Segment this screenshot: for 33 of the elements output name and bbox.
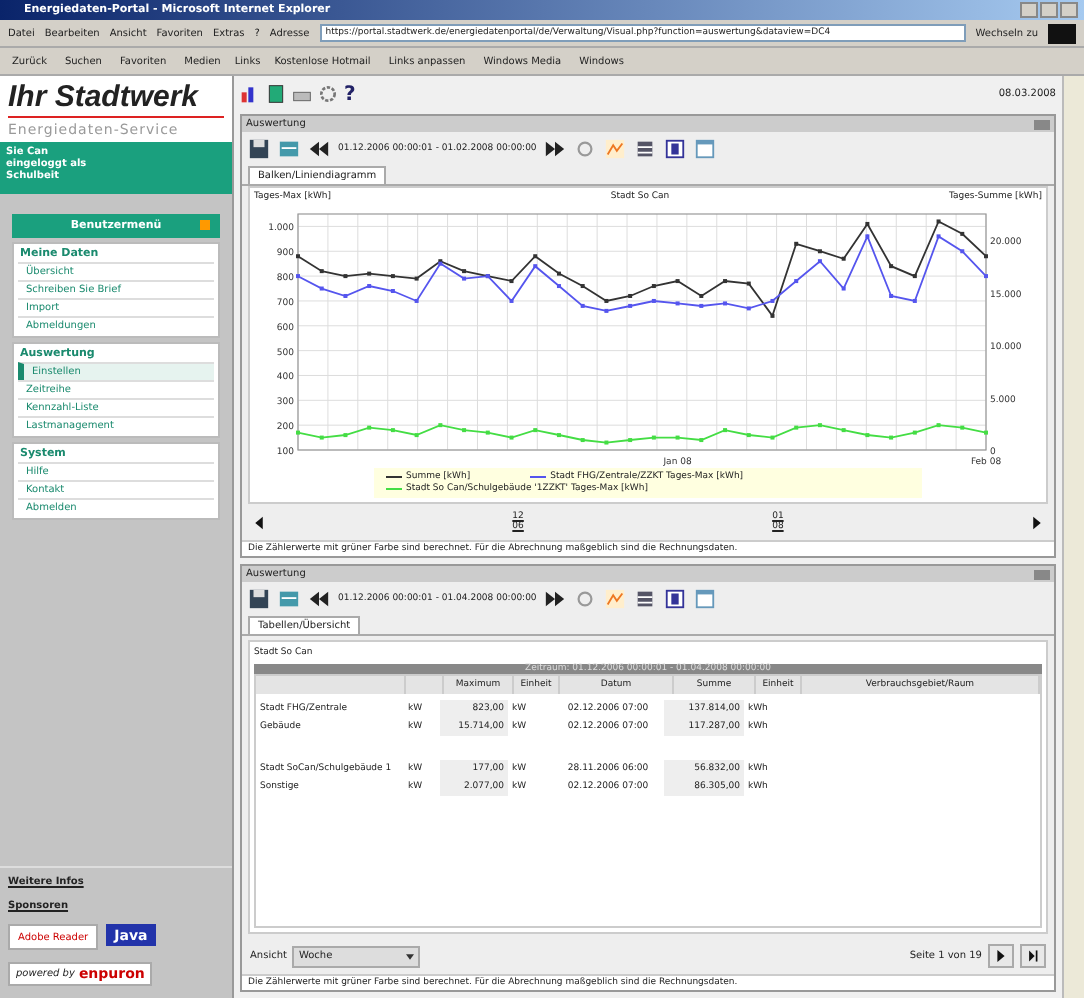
line-chart-icon[interactable] <box>604 588 627 610</box>
minimize-button[interactable] <box>1020 2 1038 18</box>
left-arrow-icon[interactable] <box>254 515 264 529</box>
help-button[interactable]: ? <box>344 83 356 105</box>
scrollbar[interactable] <box>1062 76 1084 998</box>
last-page-button[interactable] <box>1020 944 1046 968</box>
list-icon[interactable] <box>278 588 300 610</box>
close-icon[interactable] <box>1034 119 1050 129</box>
table-icon[interactable] <box>634 588 657 610</box>
table-icon[interactable] <box>634 138 657 160</box>
document-icon[interactable] <box>266 84 286 104</box>
line-chart-icon[interactable] <box>604 138 627 160</box>
skip-end-icon <box>1028 950 1038 962</box>
close-button[interactable] <box>1060 2 1078 18</box>
window-icon[interactable] <box>664 138 687 160</box>
fast-forward-icon[interactable] <box>544 138 567 160</box>
rewind-icon[interactable] <box>308 138 330 160</box>
save-icon[interactable] <box>248 588 270 610</box>
logo-text: Ihr Stadtwerk <box>8 82 224 117</box>
fast-forward-icon[interactable] <box>544 588 567 610</box>
refresh-icon[interactable] <box>574 138 597 160</box>
close-icon[interactable] <box>1034 569 1050 579</box>
caret-icon <box>406 953 415 959</box>
next-page-button[interactable] <box>988 944 1014 968</box>
play-icon <box>996 950 1006 962</box>
save-icon[interactable] <box>248 138 270 160</box>
windows-logo-icon <box>1048 23 1076 43</box>
right-arrow-icon[interactable] <box>1031 515 1042 529</box>
maximize-button[interactable] <box>1040 2 1058 18</box>
list-icon[interactable] <box>278 138 300 160</box>
rewind-icon[interactable] <box>308 588 330 610</box>
refresh-icon[interactable] <box>574 588 597 610</box>
window-icon[interactable] <box>664 588 687 610</box>
